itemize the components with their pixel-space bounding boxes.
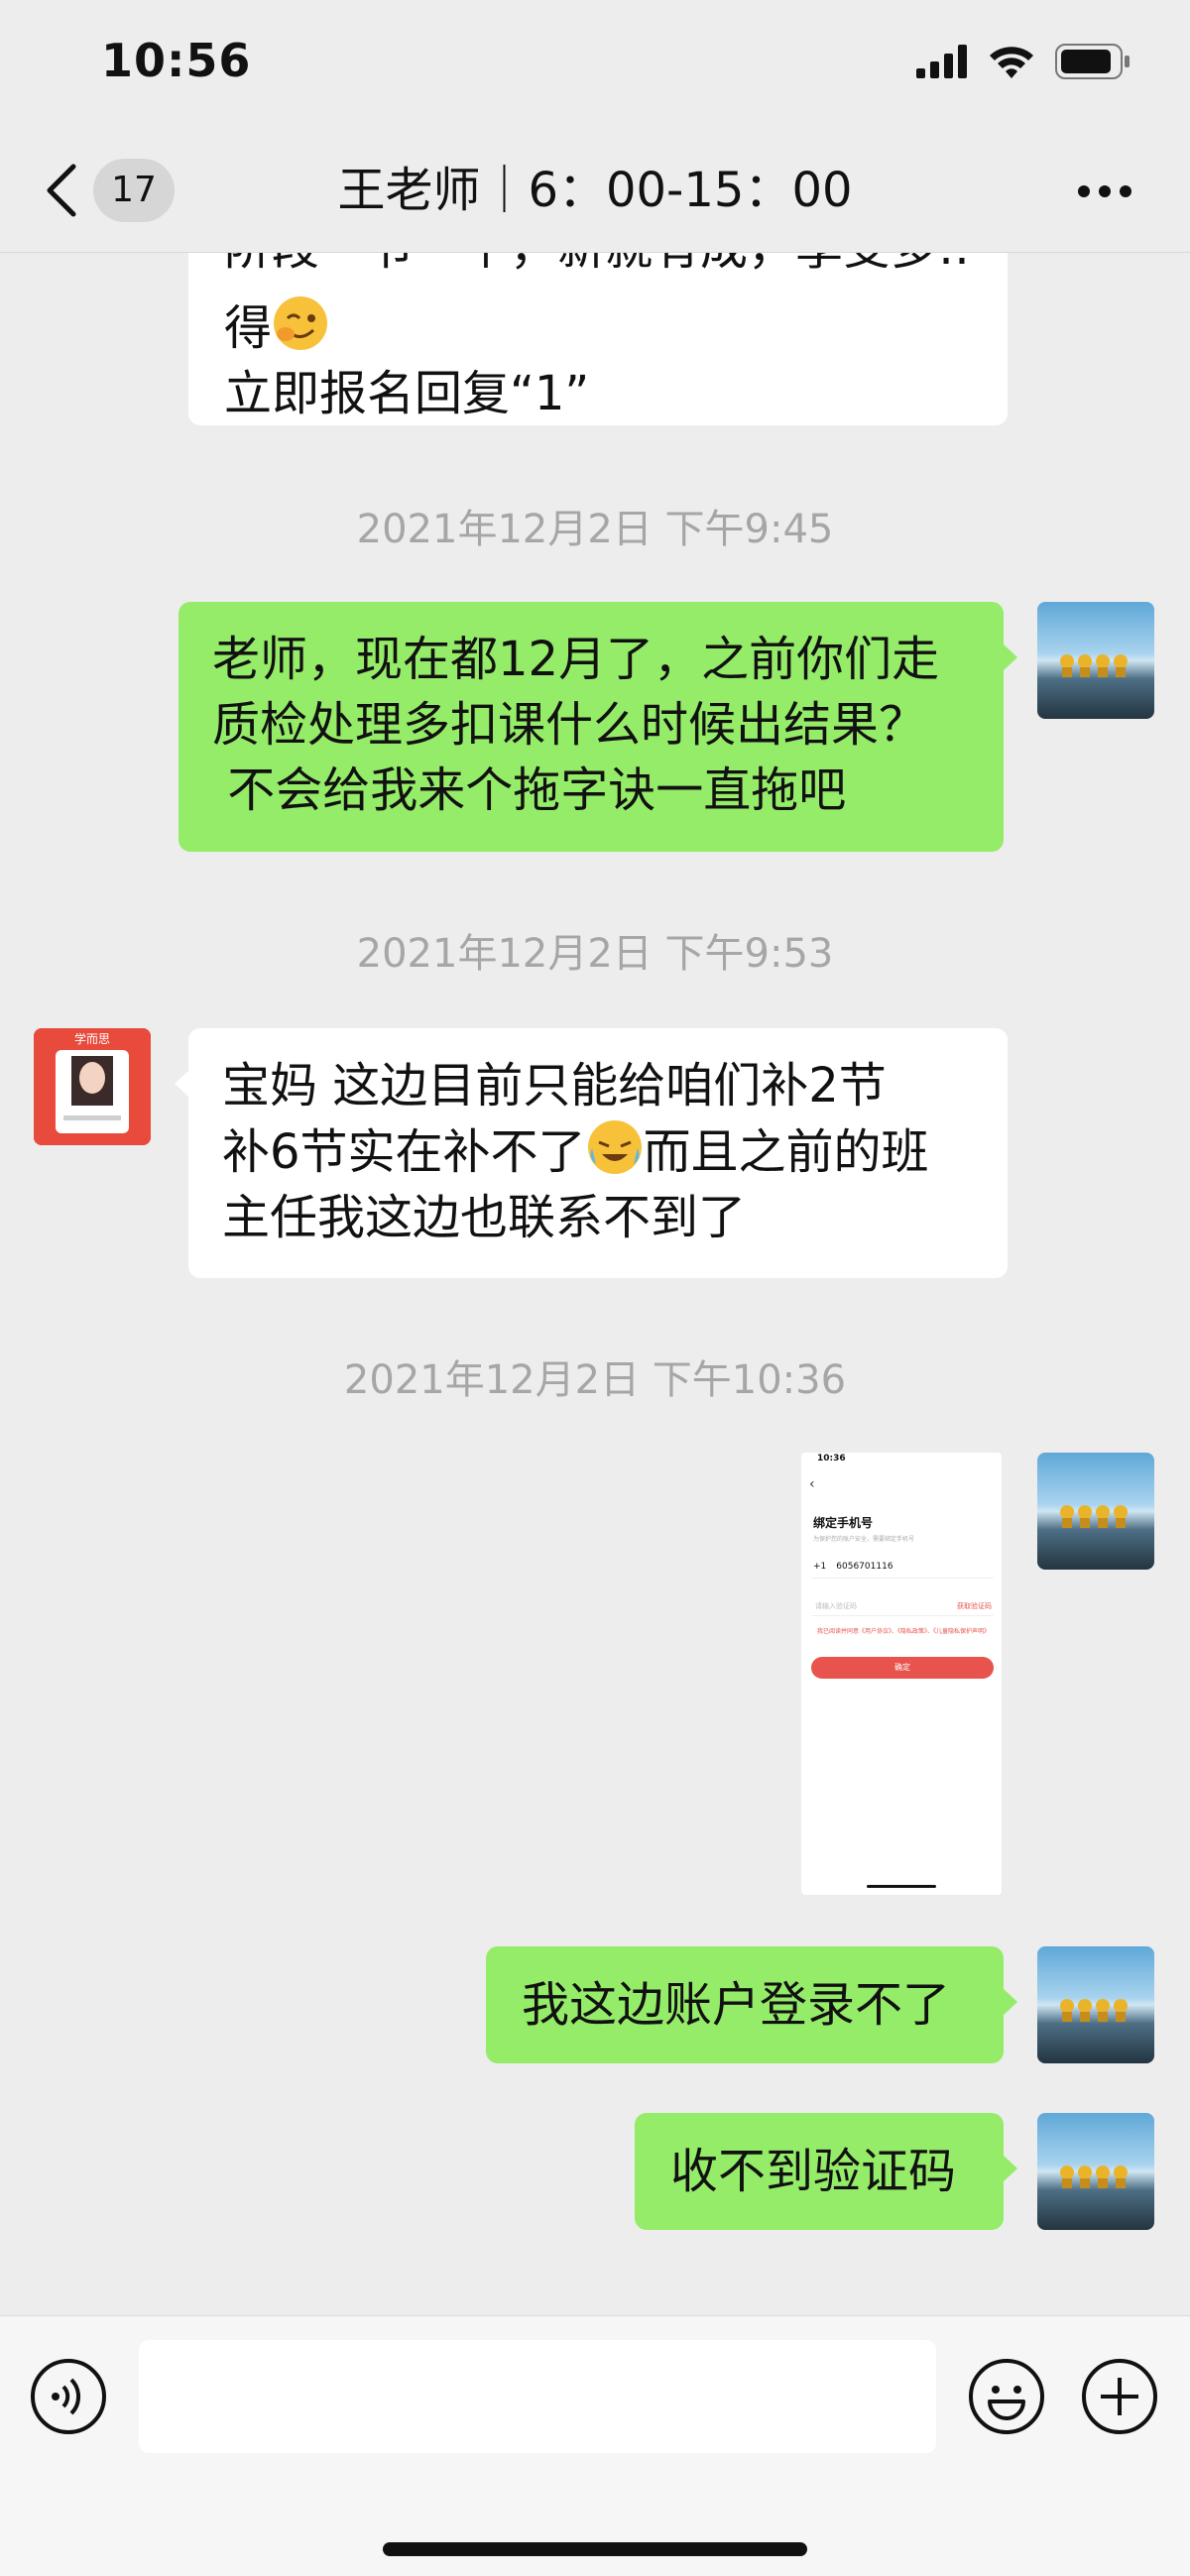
message-line: 主任我这边也联系不到了 xyxy=(222,1190,747,1245)
message-bubble-outgoing[interactable]: 我这边账户登录不了 xyxy=(486,1946,1017,2063)
screenshot-title: 绑定手机号 xyxy=(813,1516,874,1530)
more-icon[interactable] xyxy=(1077,184,1132,198)
screenshot-phone-row: +1 6056701116 xyxy=(813,1562,893,1572)
input-bar xyxy=(0,2315,1190,2576)
avatar[interactable] xyxy=(1037,1453,1154,1570)
message-input[interactable] xyxy=(139,2340,936,2453)
message-bubble-outgoing[interactable]: 老师，现在都12月了，之前你们走 质检处理多扣课什么时候出结果？ 不会给我来个拖… xyxy=(178,602,1017,852)
battery-icon xyxy=(1055,44,1130,79)
screenshot-confirm-button: 确定 xyxy=(811,1657,994,1679)
screenshot-resend: 获取验证码 xyxy=(957,1602,992,1610)
timestamp: 2021年12月2日 下午10:36 xyxy=(343,1357,847,1403)
screenshot-country-code: +1 xyxy=(813,1562,827,1572)
screenshot-back-icon: ‹ xyxy=(809,1476,815,1492)
message-bubble-incoming[interactable]: 阶段一节一个，新就有成，享受多… 得 立即报名回复“1” xyxy=(188,253,1008,425)
timestamp: 2021年12月2日 下午9:45 xyxy=(356,507,834,552)
screenshot-phone: 6056701116 xyxy=(836,1562,893,1572)
status-icons xyxy=(916,44,1130,79)
voice-icon[interactable] xyxy=(30,2358,107,2435)
avatar-image xyxy=(1060,2166,1128,2188)
home-indicator xyxy=(383,2542,807,2556)
wink-emoji-icon xyxy=(274,296,328,350)
screenshot-agreement: 我已阅读并同意《用户协议》、《隐私政策》、《儿童隐私保护声明》 xyxy=(817,1628,991,1635)
avatar-teacher[interactable]: 学而思 xyxy=(34,1028,151,1145)
avatar-image xyxy=(1060,654,1128,677)
avatar-brand: 学而思 xyxy=(73,1032,110,1046)
message-line: 补6节实在补不了 xyxy=(222,1124,586,1180)
avatar[interactable] xyxy=(1037,1946,1154,2063)
message-line: 质检处理多扣课什么时候出结果？ xyxy=(212,697,927,753)
message-line: 立即报名回复“1” xyxy=(224,366,590,421)
message-bubble-outgoing[interactable]: 收不到验证码 xyxy=(635,2113,1017,2230)
image-message[interactable]: 10:36 ‹ 绑定手机号 为保护您的账户安全，需要绑定手机号 +1 60567… xyxy=(801,1453,1002,1895)
message-line: 老师，现在都12月了，之前你们走 xyxy=(212,632,940,687)
signal-icon xyxy=(916,45,967,78)
avatar-image xyxy=(1060,1999,1128,2022)
message-line: 我这边账户登录不了 xyxy=(522,1977,951,2033)
crying-laughing-emoji-icon xyxy=(587,1120,642,1174)
status-time: 10:56 xyxy=(101,34,252,87)
chat-header: 17 王老师｜6：00-15：00 xyxy=(0,129,1190,253)
avatar[interactable] xyxy=(1037,602,1154,719)
message-line: 得 xyxy=(224,300,273,356)
avatar[interactable] xyxy=(1037,2113,1154,2230)
screenshot-time: 10:36 xyxy=(817,1454,846,1464)
screenshot-code-placeholder: 请输入验证码 xyxy=(815,1602,857,1610)
message-line: 而且之前的班 xyxy=(643,1124,929,1180)
emoji-icon[interactable] xyxy=(968,2358,1045,2435)
message-line: 不会给我来个拖字诀一直拖吧 xyxy=(212,762,847,818)
message-line: 宝妈 这边目前只能给咱们补2节 xyxy=(222,1058,887,1113)
message-list[interactable]: 阶段一节一个，新就有成，享受多… 得 立即报名回复“1” 2021年12月2日 … xyxy=(0,253,1190,2315)
message-line: 收不到验证码 xyxy=(670,2144,957,2199)
chat-title: 王老师｜6：00-15：00 xyxy=(337,163,853,218)
status-bar: 10:56 xyxy=(0,0,1190,129)
screenshot-subtitle: 为保护您的账户安全，需要绑定手机号 xyxy=(813,1536,915,1543)
timestamp: 2021年12月2日 下午9:53 xyxy=(356,931,834,977)
avatar-image xyxy=(1060,1505,1128,1528)
message-bubble-incoming[interactable]: 宝妈 这边目前只能给咱们补2节 补6节实在补不了 而且之前的班 主任我这边也联系… xyxy=(175,1028,1008,1278)
wifi-icon xyxy=(990,47,1033,78)
plus-icon[interactable] xyxy=(1081,2358,1158,2435)
